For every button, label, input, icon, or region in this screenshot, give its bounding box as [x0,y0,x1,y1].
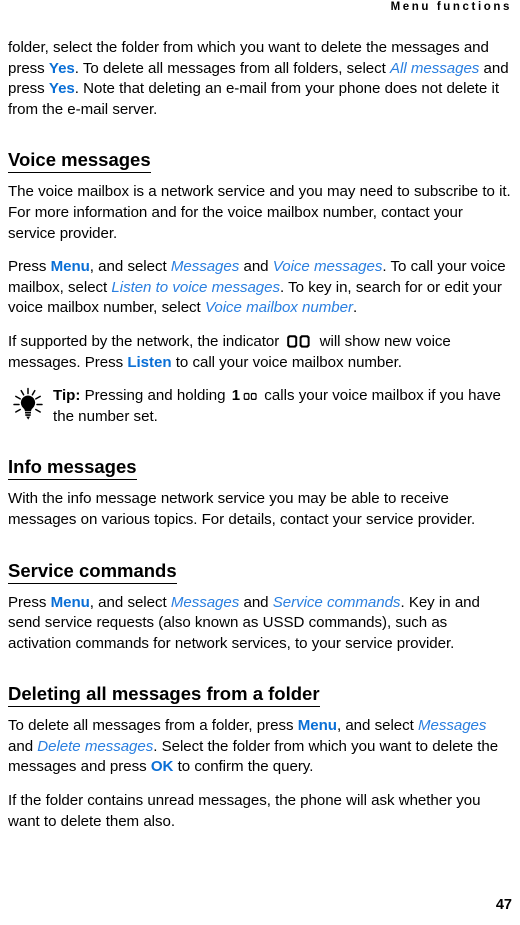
softkey-menu-1: Menu [50,258,90,276]
del-text-5: to confirm the query. [173,758,314,776]
heading-deleting-all-messages: Deleting all messages from a folder [8,683,320,708]
vm-p2-text-6: . [352,299,358,317]
sc-text-2: , and select [89,593,171,611]
tip-text-1: Pressing and holding [80,387,230,405]
heading-voice-messages: Voice messages [8,149,151,174]
menu-item-service-commands: Service commands [272,593,401,611]
del-text-1: To delete all messages from a folder, pr… [8,717,298,735]
intro-paragraph: folder, select the folder from which you… [8,38,512,120]
menu-item-delete-messages: Delete messages [37,737,154,755]
softkey-ok: OK [150,758,174,776]
deleting-paragraph-2: If the folder contains unread messages, … [8,792,481,830]
heading-wrap-info-messages: Info messages [8,447,512,489]
vm-p3-text-3: to call your voice mailbox number. [171,353,402,371]
intro-text-4: . Note that deleting an e-mail from your… [8,80,499,118]
heading-wrap-deleting-all-messages: Deleting all messages from a folder [8,674,512,716]
softkey-menu-2: Menu [50,593,90,611]
tip-text: Tip: Pressing and holding 1 calls your v… [53,387,501,425]
key-1-label: 1 [231,387,241,405]
info-messages-paragraph-1: With the info message network service yo… [8,490,476,528]
voice-messages-paragraph-2: Press Menu, and select Messages and Voic… [8,257,512,319]
del-text-2: , and select [336,717,418,735]
heading-service-commands: Service commands [8,560,177,584]
voicemail-indicator-icon [286,334,312,349]
menu-item-messages-3: Messages [417,717,487,735]
lightbulb-tip-icon [10,386,46,422]
voice-messages-paragraph-1: The voice mailbox is a network service a… [8,183,511,242]
tip-callout: Tip: Pressing and holding 1 calls your v… [8,386,512,427]
heading-wrap-service-commands: Service commands [8,551,512,593]
menu-item-voice-mailbox-number: Voice mailbox number [204,299,353,317]
heading-info-messages: Info messages [8,456,137,481]
deleting-paragraph-1: To delete all messages from a folder, pr… [8,716,512,778]
sc-text-3: and [239,593,273,611]
softkey-menu-3: Menu [297,717,337,735]
tip-label: Tip: [53,387,81,405]
vm-p2-text-2: , and select [89,258,171,276]
voice-messages-paragraph-3: If supported by the network, the indicat… [8,332,512,373]
menu-item-messages-2: Messages [170,593,240,611]
softkey-yes-1: Yes [48,59,75,77]
vm-p2-text-1: Press [8,258,51,276]
menu-item-voice-messages: Voice messages [272,258,383,276]
page-content: folder, select the folder from which you… [8,38,512,845]
heading-wrap-voice-messages: Voice messages [8,140,512,182]
del-text-3: and [8,737,38,755]
softkey-listen: Listen [127,353,172,371]
page-number: 47 [495,897,512,913]
intro-text-2: . To delete all messages from all folder… [74,59,391,77]
menu-item-listen-to-voice-messages: Listen to voice messages [111,278,280,296]
menu-item-messages-1: Messages [170,258,240,276]
service-commands-paragraph-1: Press Menu, and select Messages and Serv… [8,593,512,655]
manual-page: Menu functions folder, select the folder… [0,0,520,925]
vm-p2-text-3: and [239,258,273,276]
vm-p3-text-1: If supported by the network, the indicat… [8,332,284,350]
sc-text-1: Press [8,593,51,611]
menu-item-all-messages: All messages [390,59,480,77]
running-header: Menu functions [390,1,512,13]
softkey-yes-2: Yes [48,80,75,98]
voicemail-key-icon [243,387,258,401]
